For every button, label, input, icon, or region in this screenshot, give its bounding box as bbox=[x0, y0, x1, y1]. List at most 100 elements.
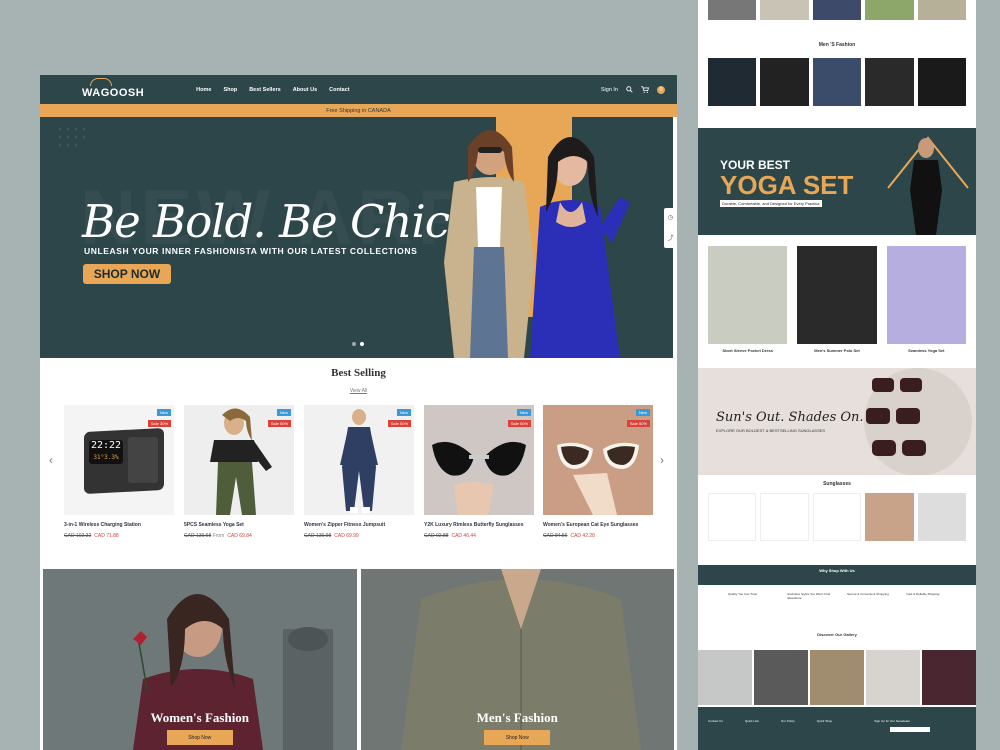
preview-product[interactable] bbox=[708, 493, 757, 541]
newsletter-title: Sign Up for Our Newsletter bbox=[874, 719, 911, 723]
category-panels: Women's Fashion Shop Now Men's Fashion S… bbox=[43, 569, 674, 750]
top-nav: WAGOOSH Home Shop Best Sellers About Us … bbox=[40, 75, 677, 104]
features-row: Quality You Can Trust Exclusive Styles Y… bbox=[728, 592, 958, 600]
view-all-link[interactable]: View All bbox=[350, 388, 367, 394]
product-image: New Sale 50% bbox=[424, 405, 534, 515]
preview-product[interactable] bbox=[708, 58, 757, 106]
chevron-left-icon[interactable]: ‹ bbox=[49, 453, 53, 467]
share-icon[interactable]: ⤴ bbox=[667, 233, 673, 242]
product-name: Y2K Luxury Rimless Butterfly Sunglasses bbox=[424, 522, 524, 528]
sunglasses-row bbox=[698, 493, 976, 541]
preview-product[interactable] bbox=[760, 0, 809, 20]
preview-product[interactable] bbox=[917, 493, 967, 541]
sunglasses-title: Sunglasses bbox=[823, 481, 851, 487]
carousel-dot-2[interactable] bbox=[360, 342, 364, 346]
chevron-right-icon[interactable]: › bbox=[660, 453, 664, 467]
gallery-image[interactable] bbox=[754, 650, 808, 705]
new-badge: New bbox=[516, 409, 531, 416]
sign-in-link[interactable]: Sign In bbox=[601, 87, 618, 93]
womens-fashion-label: Women's Fashion bbox=[150, 710, 250, 725]
look-card[interactable]: Men's Summer Polo Set bbox=[797, 246, 877, 353]
sunglasses-banner: Sun's Out. Shades On. EXPLORE OUR BOLDES… bbox=[698, 368, 976, 475]
preview-product[interactable] bbox=[917, 0, 967, 20]
shades-title: Sun's Out. Shades On. bbox=[716, 410, 864, 425]
hero-pagination bbox=[352, 342, 364, 346]
product-price: CAD 139.98 CAD 69.99 bbox=[304, 532, 359, 539]
product-name: Women's Zipper Fitness Jumpsuit bbox=[304, 522, 386, 528]
brand-logo[interactable]: WAGOOSH bbox=[82, 77, 144, 99]
look-card[interactable]: Seamless Yoga Set bbox=[886, 246, 966, 353]
mens-fashion-panel[interactable]: Men's Fashion Shop Now bbox=[360, 569, 674, 750]
shop-now-button[interactable]: SHOP NOW bbox=[83, 264, 171, 284]
nav-link-about[interactable]: About Us bbox=[293, 87, 317, 93]
hero-subtitle: UNLEASH YOUR INNER FASHIONISTA WITH OUR … bbox=[84, 246, 418, 256]
product-card[interactable]: 22:22 31°3.3% New Sale 30% 3-in-1 Wireles… bbox=[64, 405, 174, 539]
gallery-row bbox=[698, 650, 976, 705]
product-name: 3-in-1 Wireless Charging Station bbox=[64, 522, 141, 528]
side-toolbar: ◷ ⤴ bbox=[664, 208, 677, 248]
clock-icon[interactable]: ◷ bbox=[668, 214, 673, 221]
sale-badge: Sale 50% bbox=[507, 420, 531, 427]
womens-fashion-panel[interactable]: Women's Fashion Shop Now bbox=[43, 569, 357, 750]
product-price: CAD 102.32 CAD 71.88 bbox=[64, 532, 119, 539]
footer-col-title: Quick Shop bbox=[816, 719, 833, 723]
preview-product[interactable] bbox=[865, 0, 914, 20]
cart-icon[interactable] bbox=[641, 86, 649, 93]
preview-product[interactable] bbox=[760, 493, 809, 541]
preview-product[interactable] bbox=[812, 0, 862, 20]
preview-product-row bbox=[698, 0, 976, 20]
product-card[interactable]: New Sale 50% Y2K Luxury Rimless Butterfl… bbox=[424, 405, 534, 539]
product-image: New Sale 50% bbox=[184, 405, 294, 515]
search-icon[interactable] bbox=[626, 86, 633, 93]
preview-product[interactable] bbox=[760, 58, 809, 106]
footer-col-title: Contact Us bbox=[708, 719, 723, 723]
mens-fashion-title: Men 'S Fashion bbox=[818, 42, 856, 48]
carousel-dot-1[interactable] bbox=[352, 342, 356, 346]
new-badge: New bbox=[156, 409, 171, 416]
nav-link-shop[interactable]: Shop bbox=[223, 87, 237, 93]
hero-model-image-2 bbox=[530, 137, 630, 358]
gallery-image[interactable] bbox=[698, 650, 752, 705]
gallery-image[interactable] bbox=[922, 650, 976, 705]
preview-product[interactable] bbox=[865, 493, 914, 541]
new-badge: New bbox=[396, 409, 411, 416]
preview-product[interactable] bbox=[917, 58, 967, 106]
gallery-image[interactable] bbox=[810, 650, 864, 705]
product-card[interactable]: New Sale 50% 5PCS Seamless Yoga Set CAD … bbox=[184, 405, 294, 539]
sale-badge: Sale 30% bbox=[147, 420, 171, 427]
product-card[interactable]: New Sale 50% Women's European Cat Eye Su… bbox=[543, 405, 653, 539]
charger-pad bbox=[128, 437, 158, 483]
preview-product[interactable] bbox=[812, 493, 862, 541]
feature-item: Secure & Convenient Shopping bbox=[847, 592, 889, 596]
look-card[interactable]: Short Sleeve Pocket Dress bbox=[708, 246, 788, 353]
shop-womens-button[interactable]: Shop Now bbox=[166, 730, 233, 745]
product-image: New Sale 50% bbox=[304, 405, 414, 515]
mens-fashion-label: Men's Fashion bbox=[476, 710, 558, 725]
feature-item: Quality You Can Trust bbox=[728, 592, 758, 596]
mens-product-row bbox=[698, 58, 976, 106]
feature-item: Exclusive Styles You Won't Find Elsewher… bbox=[787, 592, 831, 600]
nav-link-home[interactable]: Home bbox=[196, 87, 211, 93]
preview-product[interactable] bbox=[812, 58, 862, 106]
preview-product[interactable] bbox=[708, 0, 757, 20]
long-page-preview: Men 'S Fashion YOUR BEST YOGA SET Durabl… bbox=[698, 0, 976, 750]
nav-link-contact[interactable]: Contact bbox=[329, 87, 349, 93]
nav-link-best-sellers[interactable]: Best Sellers bbox=[249, 87, 281, 93]
best-selling-title: Best Selling bbox=[331, 367, 386, 379]
hero-title: Be Bold. Be Chic. bbox=[82, 195, 463, 248]
product-card[interactable]: New Sale 50% Women's Zipper Fitness Jump… bbox=[304, 405, 414, 539]
charger-clock-display: 22:22 31°3.3% bbox=[89, 440, 123, 464]
new-badge: New bbox=[635, 409, 650, 416]
sale-badge: Sale 50% bbox=[626, 420, 650, 427]
footer-col-title: Quick Link bbox=[744, 719, 759, 723]
product-price: CAD 84.56 CAD 42.28 bbox=[543, 532, 595, 539]
looks-row: Short Sleeve Pocket Dress Men's Summer P… bbox=[708, 246, 966, 353]
footer-columns: Contact Us Quick Link Our Policy Quick S… bbox=[698, 707, 976, 723]
preview-product[interactable] bbox=[865, 58, 914, 106]
sale-badge: Sale 50% bbox=[387, 420, 411, 427]
shop-mens-button[interactable]: Shop Now bbox=[484, 730, 551, 745]
newsletter-input[interactable] bbox=[890, 727, 930, 732]
yoga-set-banner: YOUR BEST YOGA SET Durable, Comfortable,… bbox=[698, 128, 976, 235]
best-selling-section: Best Selling View All bbox=[40, 358, 677, 397]
gallery-image[interactable] bbox=[866, 650, 920, 705]
